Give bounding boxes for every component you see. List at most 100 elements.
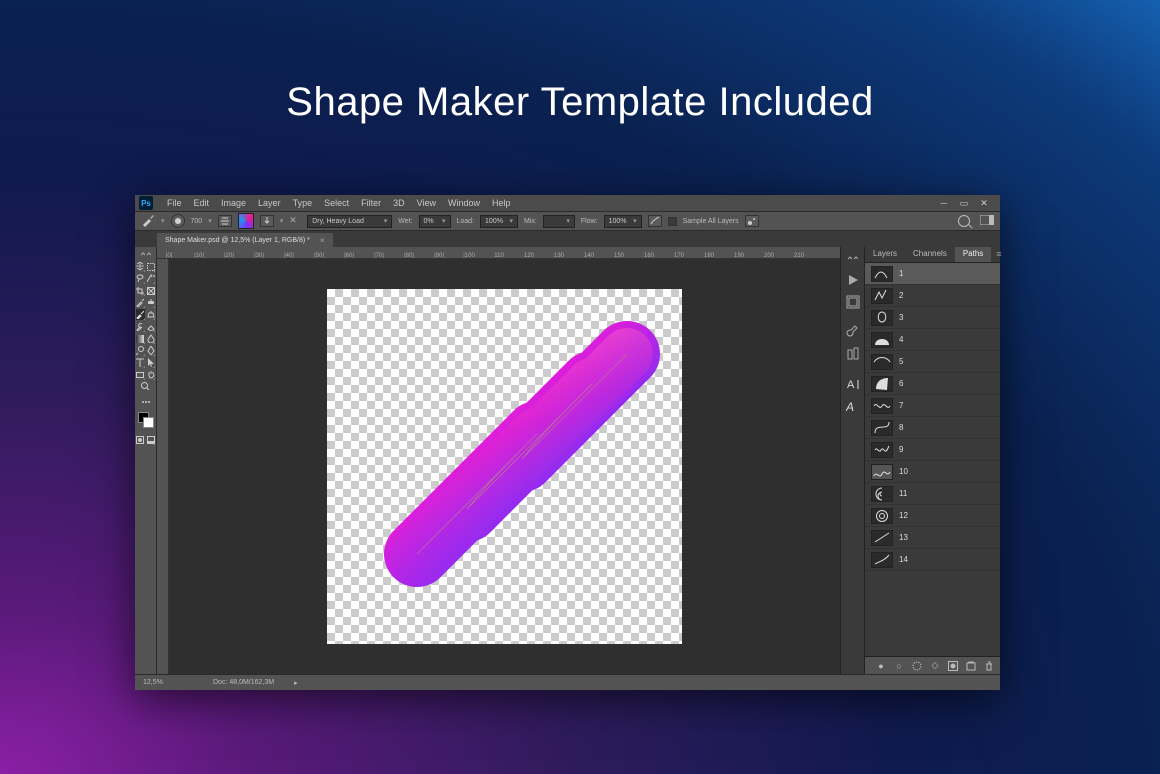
load-field[interactable]: 100%▾ (480, 215, 518, 228)
gradient-tool[interactable] (136, 333, 146, 344)
path-row[interactable]: 4 (865, 329, 1000, 351)
zoom-tool[interactable] (136, 381, 156, 392)
menu-select[interactable]: Select (318, 196, 355, 210)
menu-file[interactable]: File (161, 196, 188, 210)
document-tab[interactable]: Shape Maker.psd @ 12,5% (Layer 1, RGB/8)… (157, 233, 333, 247)
dodge-tool[interactable] (136, 345, 146, 356)
move-tool[interactable] (136, 261, 146, 272)
new-path-icon[interactable] (966, 661, 976, 671)
path-row[interactable]: 9 (865, 439, 1000, 461)
toolbar-collapse-icon[interactable] (136, 249, 156, 260)
rectangle-tool[interactable] (136, 369, 146, 380)
close-icon[interactable]: × (320, 236, 325, 245)
brush-settings-panel-icon[interactable] (844, 323, 862, 341)
doc-size[interactable]: Doc: 48,0M/162,3M (213, 679, 274, 686)
paths-list[interactable]: 1234567891011121314 (865, 263, 1000, 656)
workspace-switcher-icon[interactable] (980, 215, 994, 227)
window-close-icon[interactable]: ✕ (978, 198, 990, 208)
quick-selection-tool[interactable] (146, 273, 156, 284)
rect-marquee-tool[interactable] (146, 261, 156, 272)
menu-3d[interactable]: 3D (387, 196, 411, 210)
path-row[interactable]: 12 (865, 505, 1000, 527)
path-row[interactable]: 2 (865, 285, 1000, 307)
vertical-ruler[interactable] (157, 259, 169, 674)
paragraph-panel-icon[interactable]: A (844, 397, 862, 415)
path-row[interactable]: 3 (865, 307, 1000, 329)
path-row[interactable]: 7 (865, 395, 1000, 417)
brush-preview[interactable] (171, 214, 185, 228)
airbrush-icon[interactable] (648, 215, 662, 227)
brushes-panel-icon[interactable] (844, 345, 862, 363)
horizontal-ruler[interactable]: |0||10||20||30||40||50||60||70||80||90||… (157, 247, 840, 259)
svg-text:A: A (846, 400, 854, 413)
pen-tool[interactable] (146, 345, 156, 356)
delete-path-icon[interactable] (984, 661, 994, 671)
history-panel-icon[interactable] (844, 293, 862, 311)
lasso-tool[interactable] (136, 273, 146, 284)
tab-layers[interactable]: Layers (865, 247, 905, 262)
path-row[interactable]: 14 (865, 549, 1000, 571)
path-row[interactable]: 1 (865, 263, 1000, 285)
menu-layer[interactable]: Layer (252, 196, 287, 210)
character-panel-icon[interactable]: A (844, 375, 862, 393)
crop-tool[interactable] (136, 285, 146, 296)
type-tool[interactable] (136, 357, 146, 368)
edit-toolbar-icon[interactable] (136, 396, 156, 407)
tool-preset-dropdown-icon[interactable]: ▾ (161, 217, 165, 225)
path-row[interactable]: 10 (865, 461, 1000, 483)
brush-picker-dropdown-icon[interactable]: ▾ (208, 217, 212, 225)
path-row[interactable]: 5 (865, 351, 1000, 373)
eyedropper-tool[interactable] (136, 297, 146, 308)
tab-channels[interactable]: Channels (905, 247, 955, 262)
mix-field[interactable]: ▾ (543, 215, 575, 228)
blur-tool[interactable] (146, 333, 156, 344)
canvas-stage[interactable] (169, 259, 840, 674)
make-work-path-icon[interactable]: ◇ (930, 661, 940, 671)
hand-tool[interactable] (146, 369, 156, 380)
history-brush-tool[interactable] (136, 321, 146, 332)
flow-field[interactable]: 100%▾ (604, 215, 642, 228)
path-selection-tool[interactable] (146, 357, 156, 368)
clone-stamp-tool[interactable] (146, 309, 156, 320)
load-selection-icon[interactable] (912, 661, 922, 671)
window-minimize-icon[interactable]: ─ (938, 198, 950, 208)
brush-settings-icon[interactable] (218, 215, 232, 227)
quick-mask-icon[interactable] (136, 434, 146, 445)
clean-brush-icon[interactable]: ✕ (289, 215, 301, 227)
search-icon[interactable] (958, 215, 970, 227)
add-mask-icon[interactable] (948, 661, 958, 671)
brush-combo-dropdown[interactable]: Dry, Heavy Load▾ (307, 215, 392, 228)
path-row[interactable]: 11 (865, 483, 1000, 505)
menu-view[interactable]: View (411, 196, 442, 210)
spot-healing-tool[interactable] (146, 297, 156, 308)
eraser-tool[interactable] (146, 321, 156, 332)
menu-window[interactable]: Window (442, 196, 486, 210)
brush-tool[interactable] (136, 309, 146, 320)
load-options-dropdown-icon[interactable]: ▾ (280, 217, 284, 225)
path-row[interactable]: 13 (865, 527, 1000, 549)
path-row[interactable]: 8 (865, 417, 1000, 439)
sample-all-checkbox[interactable] (668, 217, 677, 226)
actions-panel-icon[interactable] (844, 271, 862, 289)
color-swatches[interactable] (136, 410, 156, 430)
current-brush-load-swatch[interactable] (238, 213, 254, 229)
panel-menu-icon[interactable]: ≡ (991, 247, 1006, 262)
wet-field[interactable]: 0%▾ (419, 215, 451, 228)
menu-filter[interactable]: Filter (355, 196, 387, 210)
tab-paths[interactable]: Paths (955, 247, 991, 262)
menu-edit[interactable]: Edit (188, 196, 216, 210)
window-restore-icon[interactable]: ▭ (958, 198, 970, 208)
panel-expand-icon[interactable] (844, 249, 862, 267)
menu-type[interactable]: Type (287, 196, 319, 210)
fill-path-icon[interactable]: ● (876, 661, 886, 671)
stroke-path-icon[interactable]: ○ (894, 661, 904, 671)
zoom-level[interactable]: 12,5% (143, 679, 193, 686)
pressure-size-icon[interactable] (745, 215, 759, 227)
load-brush-icon[interactable] (260, 215, 274, 227)
menu-help[interactable]: Help (486, 196, 517, 210)
status-chevron-icon[interactable]: ▸ (294, 679, 298, 687)
screen-mode-icon[interactable] (146, 434, 156, 445)
path-row[interactable]: 6 (865, 373, 1000, 395)
frame-tool[interactable] (146, 285, 156, 296)
menu-image[interactable]: Image (215, 196, 252, 210)
